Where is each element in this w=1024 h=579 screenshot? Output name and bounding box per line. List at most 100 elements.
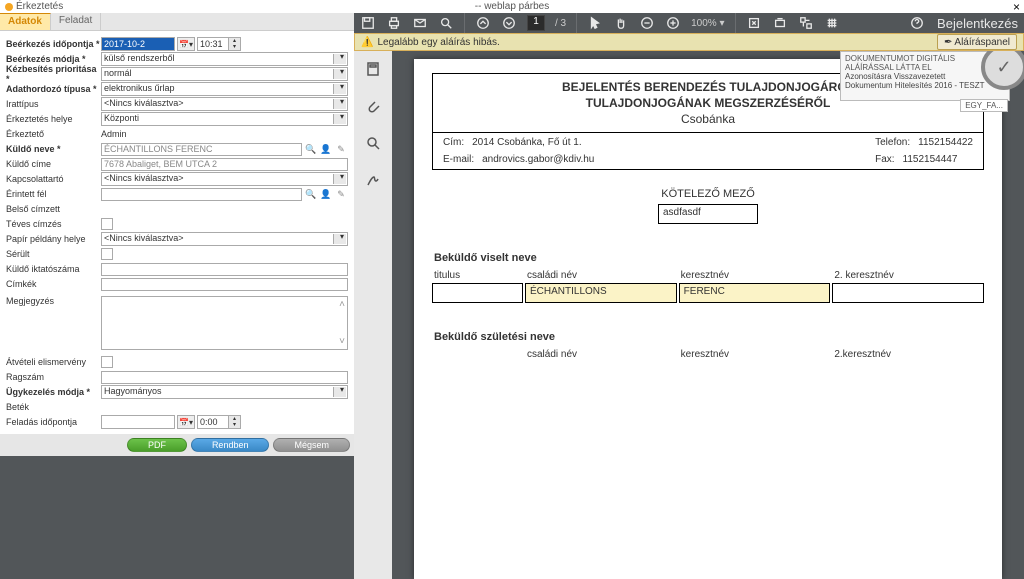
arrive-date-input[interactable]: 2017-10-2 bbox=[101, 37, 175, 51]
label-note: Megjegyzés bbox=[6, 296, 101, 306]
arrive-time-input[interactable]: 10:31▴▾ bbox=[197, 37, 241, 51]
search-icon[interactable]: 🔍 bbox=[304, 142, 318, 156]
value-addr: 2014 Csobánka, Fő út 1. bbox=[472, 137, 582, 148]
search-icon[interactable]: 🔍 bbox=[304, 187, 318, 201]
warning-icon: ⚠️ bbox=[361, 37, 373, 48]
label-registrar: Érkeztető bbox=[6, 129, 101, 139]
col-family: családi név bbox=[527, 270, 677, 281]
warning-text: Legalább egy aláírás hibás. bbox=[377, 37, 499, 48]
doctype-select[interactable]: <Nincs kiválasztva> bbox=[101, 97, 348, 111]
carrier-select[interactable]: elektronikus űrlap bbox=[101, 82, 348, 96]
signature-stamp: DOKUMENTUMOT DIGITÁLIS ALÁÍRÁSSAL LÁTTA … bbox=[840, 51, 1010, 101]
pdf-button[interactable]: PDF bbox=[127, 438, 187, 452]
person-icon[interactable]: 👤 bbox=[319, 187, 333, 201]
col-titulus: titulus bbox=[434, 270, 523, 281]
label-ack: Átvételi elismervény bbox=[6, 357, 101, 367]
label-sender: Küldő neve * bbox=[6, 144, 101, 154]
page-number-input[interactable]: 1 bbox=[527, 15, 545, 31]
cancel-button[interactable]: Mégsem bbox=[273, 438, 350, 452]
label-sender-regnum: Küldő iktatószáma bbox=[6, 264, 101, 274]
col-first-b: keresztnév bbox=[681, 349, 831, 360]
label-sent: Feladás időpontja bbox=[6, 417, 101, 427]
col-first2: 2. keresztnév bbox=[834, 270, 984, 281]
sent-time-input[interactable]: 0:00▴▾ bbox=[197, 415, 241, 429]
registrar-value: Admin bbox=[101, 129, 127, 139]
window-title: Érkeztetés bbox=[4, 1, 63, 12]
label-priority: Kézbesítés prioritása * bbox=[6, 64, 101, 84]
label-sender-addr: Küldő címe bbox=[6, 159, 101, 169]
location-select[interactable]: Központi bbox=[101, 112, 348, 126]
tab-adatok[interactable]: Adatok bbox=[0, 13, 51, 30]
value-mail: androvics.gabor@kdiv.hu bbox=[482, 154, 594, 165]
print-icon[interactable] bbox=[386, 15, 402, 31]
calendar-icon[interactable]: 📅▾ bbox=[177, 37, 195, 51]
label-internal: Belső címzett bbox=[6, 204, 101, 214]
person-icon[interactable]: 👤 bbox=[319, 142, 333, 156]
save-icon[interactable] bbox=[360, 15, 376, 31]
tool-icon-3[interactable] bbox=[798, 15, 814, 31]
search-icon[interactable] bbox=[438, 15, 454, 31]
label-sticker: Ragszám bbox=[6, 372, 101, 382]
tags-input[interactable] bbox=[101, 278, 348, 291]
arrive-mode-select[interactable]: külső rendszerből bbox=[101, 52, 348, 66]
attachment-icon[interactable] bbox=[365, 98, 381, 117]
case-select[interactable]: Hagyományos bbox=[101, 385, 348, 399]
label-arrive-mode: Beérkezés módja * bbox=[6, 54, 101, 64]
hand-icon[interactable] bbox=[613, 15, 629, 31]
label-damaged: Sérült bbox=[6, 249, 101, 259]
damaged-checkbox[interactable] bbox=[101, 248, 113, 260]
priority-select[interactable]: normál bbox=[101, 67, 348, 81]
affected-input[interactable] bbox=[101, 188, 302, 201]
paper-select[interactable]: <Nincs kiválasztva> bbox=[101, 232, 348, 246]
field-family: ÉCHANTILLONS bbox=[525, 283, 677, 303]
tool-icon-4[interactable] bbox=[824, 15, 840, 31]
label-addr: Cím: bbox=[443, 137, 464, 148]
label-wrong: Téves címzés bbox=[6, 219, 101, 229]
field-titulus bbox=[432, 283, 523, 303]
sender-input[interactable] bbox=[101, 143, 302, 156]
zoom-tool-icon[interactable] bbox=[365, 135, 381, 154]
label-affected: Érintett fél bbox=[6, 189, 101, 199]
calendar-icon[interactable]: 📅▾ bbox=[177, 415, 195, 429]
sender-regnum-input[interactable] bbox=[101, 263, 348, 276]
zoom-out-icon[interactable] bbox=[639, 15, 655, 31]
sent-date-input[interactable] bbox=[101, 415, 175, 429]
ack-checkbox[interactable] bbox=[101, 356, 113, 368]
page-up-icon[interactable] bbox=[475, 15, 491, 31]
ok-button[interactable]: Rendben bbox=[191, 438, 270, 452]
pointer-icon[interactable] bbox=[587, 15, 603, 31]
contact-select[interactable]: <Nincs kiválasztva> bbox=[101, 172, 348, 186]
col-first: keresztnév bbox=[681, 270, 831, 281]
zoom-level[interactable]: 100% ▾ bbox=[691, 18, 724, 29]
field-first: FERENC bbox=[679, 283, 831, 303]
signature-panel-button[interactable]: ✒ Aláíráspanel bbox=[937, 34, 1017, 50]
sticker-input[interactable] bbox=[101, 371, 348, 384]
doc-city: Csobánka bbox=[433, 112, 983, 133]
mandatory-field: asdfasdf bbox=[658, 204, 758, 224]
section-szuletesi: Beküldő születési neve bbox=[434, 331, 984, 343]
thumbnails-icon[interactable] bbox=[365, 61, 381, 80]
sender-addr-input[interactable] bbox=[101, 158, 348, 171]
sign-tool-icon[interactable] bbox=[365, 172, 381, 191]
help-icon[interactable] bbox=[909, 15, 925, 31]
mandatory-label: KÖTELEZŐ MEZŐ bbox=[432, 188, 984, 200]
tab-feladat[interactable]: Feladat bbox=[51, 13, 101, 30]
wrong-checkbox[interactable] bbox=[101, 218, 113, 230]
col-first2-b: 2.keresztnév bbox=[834, 349, 984, 360]
label-arrive-time: Beérkezés időpontja * bbox=[6, 39, 101, 49]
mail-icon[interactable] bbox=[412, 15, 428, 31]
tool-icon-2[interactable] bbox=[772, 15, 788, 31]
login-link[interactable]: Bejelentkezés bbox=[937, 16, 1018, 31]
label-case: Ügykezelés módja * bbox=[6, 387, 101, 397]
field-first2 bbox=[832, 283, 984, 303]
note-textarea[interactable]: ˄˅ bbox=[101, 296, 348, 350]
edit-icon[interactable]: ✎ bbox=[334, 142, 348, 156]
label-location: Érkeztetés helye bbox=[6, 114, 101, 124]
close-icon[interactable]: × bbox=[1013, 0, 1020, 14]
tool-icon-1[interactable] bbox=[746, 15, 762, 31]
col-family-b: családi név bbox=[527, 349, 677, 360]
edit-icon[interactable]: ✎ bbox=[334, 187, 348, 201]
zoom-in-icon[interactable] bbox=[665, 15, 681, 31]
page-down-icon[interactable] bbox=[501, 15, 517, 31]
label-carrier: Adathordozó típusa * bbox=[6, 84, 101, 94]
